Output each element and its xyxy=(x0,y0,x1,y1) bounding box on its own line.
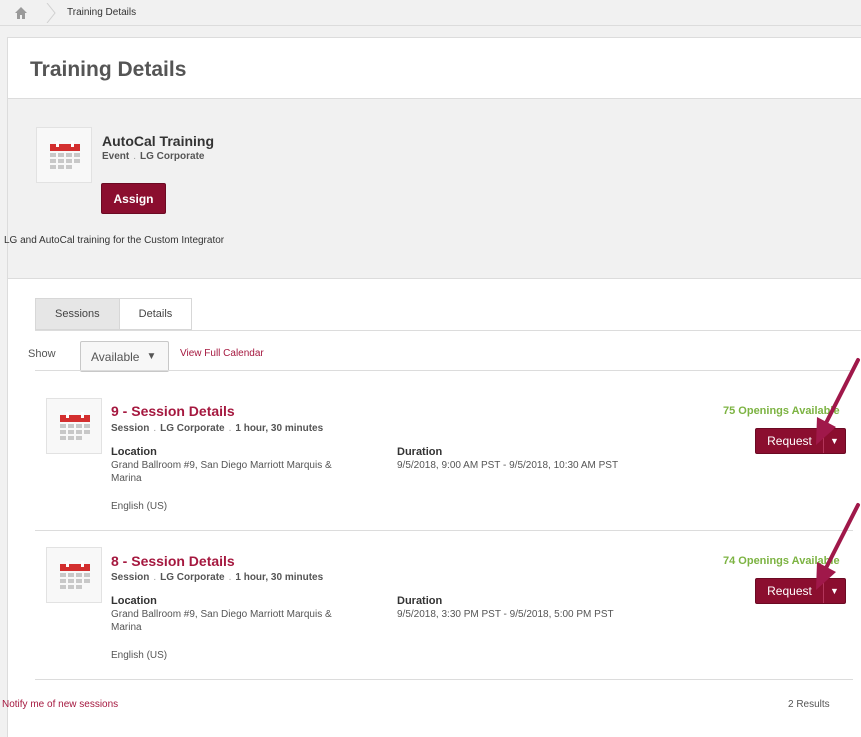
tabs: Sessions Details xyxy=(35,298,193,330)
session-duration: 9/5/2018, 3:30 PM PST - 9/5/2018, 5:00 P… xyxy=(397,609,614,620)
session-language: English (US) xyxy=(111,650,168,661)
calendar-icon xyxy=(60,412,90,440)
calendar-icon xyxy=(50,141,80,169)
home-icon[interactable] xyxy=(14,6,28,20)
divider xyxy=(35,330,861,331)
results-count: 2 Results xyxy=(788,699,830,710)
annotation-arrow-icon xyxy=(816,358,860,445)
course-provider: LG Corporate xyxy=(140,151,205,162)
availability-select[interactable]: Available ▼ xyxy=(80,341,169,372)
location-label: Location xyxy=(111,446,157,458)
session-length: 1 hour, 30 minutes xyxy=(235,423,324,434)
session-duration: 9/5/2018, 9:00 AM PST - 9/5/2018, 10:30 … xyxy=(397,460,619,471)
duration-label: Duration xyxy=(397,446,443,458)
tab-sessions[interactable]: Sessions xyxy=(35,298,120,330)
session-length: 1 hour, 30 minutes xyxy=(235,572,324,583)
assign-button[interactable]: Assign xyxy=(101,183,166,214)
session-type: Session xyxy=(111,423,150,434)
divider xyxy=(35,679,853,680)
location-label: Location xyxy=(111,595,157,607)
location-line-1: Grand Ballroom #9, San Diego Marriott Ma… xyxy=(111,460,332,471)
session-type: Session xyxy=(111,572,150,583)
notify-new-sessions-link[interactable]: Notify me of new sessions xyxy=(2,699,118,710)
location-line-1: Grand Ballroom #9, San Diego Marriott Ma… xyxy=(111,609,332,620)
course-description: LG and AutoCal training for the Custom I… xyxy=(4,235,225,246)
breadcrumb: Training Details xyxy=(0,0,861,26)
session-thumbnail xyxy=(46,547,102,603)
course-meta: Event. LG Corporate xyxy=(102,151,205,162)
divider xyxy=(35,370,853,371)
session-meta: Session. LG Corporate. 1 hour, 30 minutes xyxy=(111,423,324,434)
view-full-calendar-link[interactable]: View Full Calendar xyxy=(180,348,264,359)
session-meta: Session. LG Corporate. 1 hour, 30 minutes xyxy=(111,572,324,583)
show-label: Show xyxy=(28,348,56,360)
course-title: AutoCal Training xyxy=(102,133,214,149)
availability-select-value: Available xyxy=(91,349,140,364)
session-thumbnail xyxy=(46,398,102,454)
course-thumbnail xyxy=(36,127,92,183)
course-summary: AutoCal Training Event. LG Corporate Assi… xyxy=(4,99,861,279)
duration-label: Duration xyxy=(397,595,443,607)
annotation-arrow-icon xyxy=(816,503,860,590)
divider xyxy=(35,530,853,531)
course-type: Event xyxy=(102,151,130,162)
session-title-link[interactable]: 9 - Session Details xyxy=(111,403,235,419)
page-panel: Training Details AutoCal Training Event.… xyxy=(2,37,861,737)
tab-details[interactable]: Details xyxy=(119,298,193,330)
calendar-icon xyxy=(60,561,90,589)
session-title-link[interactable]: 8 - Session Details xyxy=(111,553,235,569)
location-line-2: Marina xyxy=(111,473,142,484)
location-line-2: Marina xyxy=(111,622,142,633)
breadcrumb-current: Training Details xyxy=(67,7,137,18)
caret-down-icon: ▼ xyxy=(146,351,157,362)
session-language: English (US) xyxy=(111,501,168,512)
session-provider: LG Corporate xyxy=(160,572,225,583)
breadcrumb-separator-icon xyxy=(46,3,56,23)
page-title: Training Details xyxy=(30,58,187,81)
session-provider: LG Corporate xyxy=(160,423,225,434)
